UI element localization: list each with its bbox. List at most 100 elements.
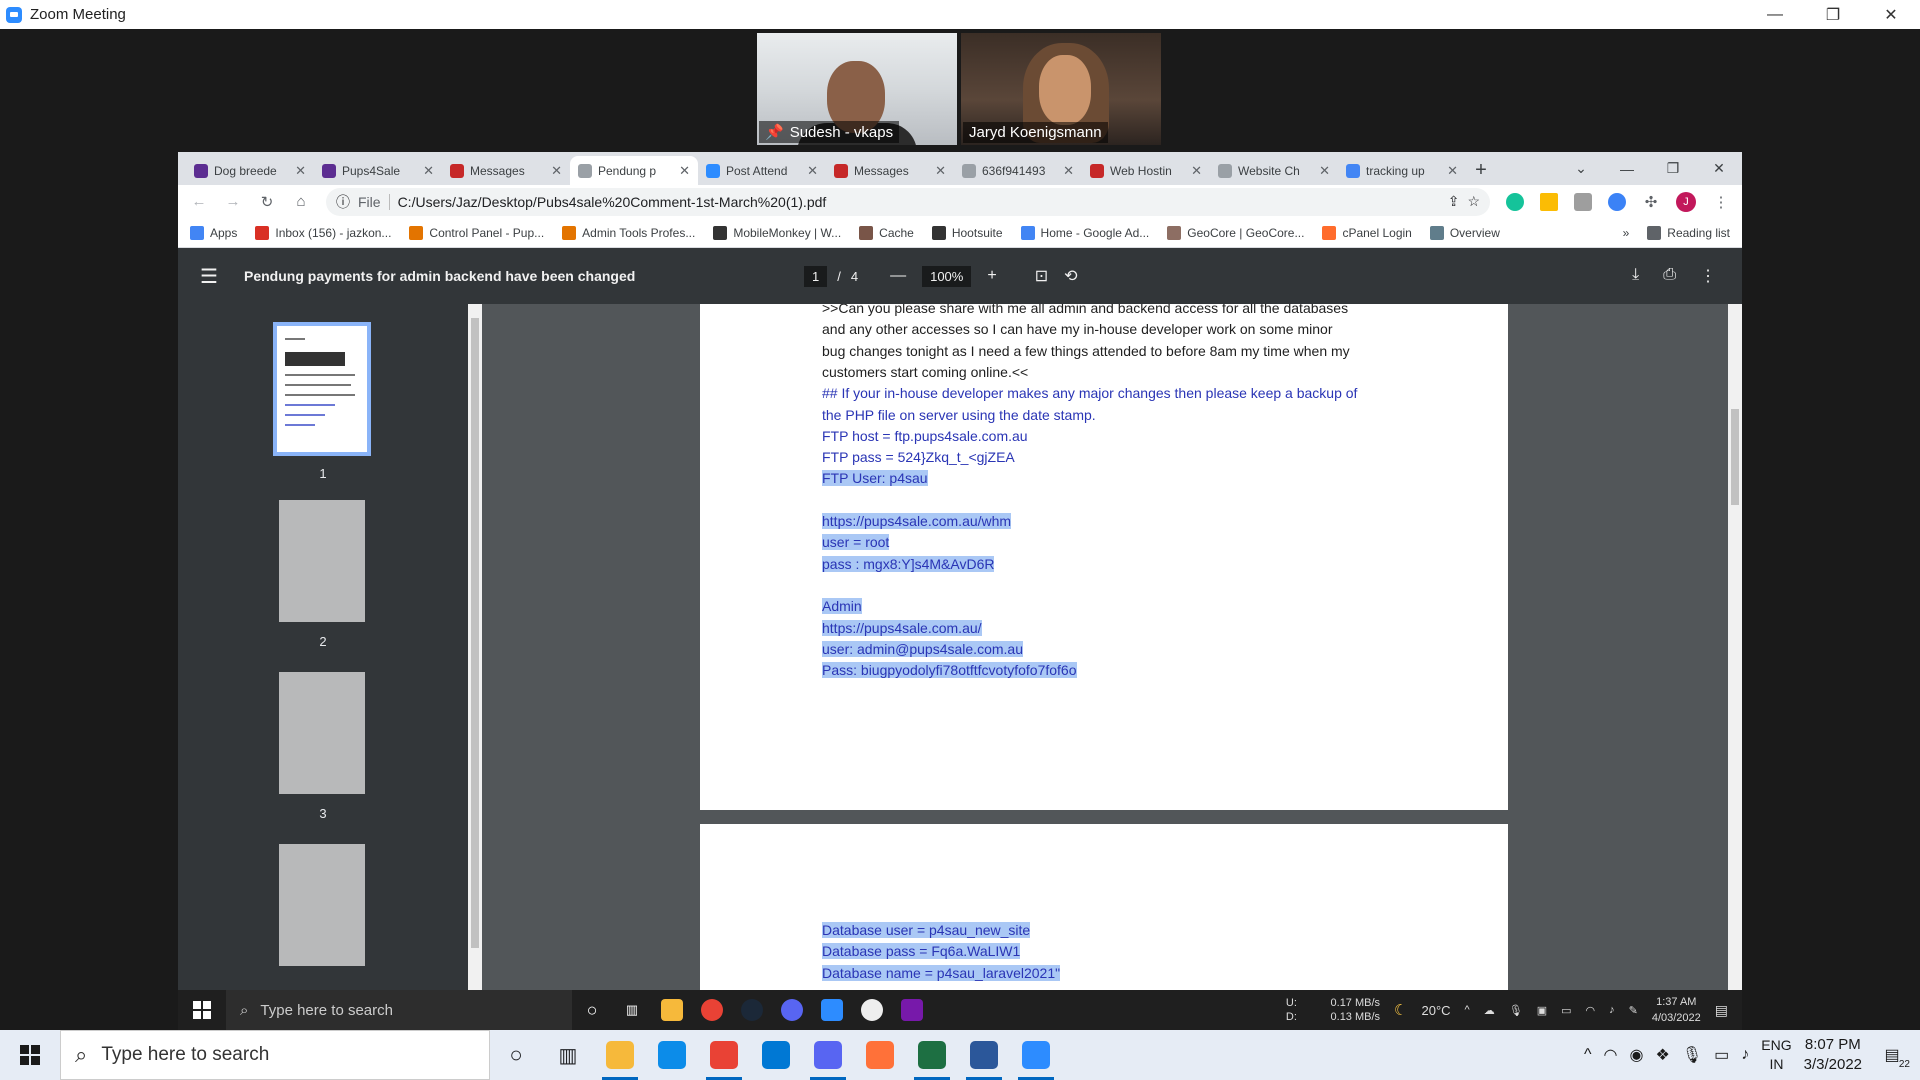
task-view-icon[interactable]: ▥ [612,990,652,1030]
print-icon[interactable]: ⎙ [1663,266,1676,286]
home-button[interactable]: ⌂ [286,188,316,216]
thumbnail-page-4[interactable] [279,844,365,966]
participant-video-2[interactable]: Jaryd Koenigsmann [961,33,1161,145]
notification-center-icon[interactable]: ▤ 22 [1874,1040,1910,1070]
pen-icon[interactable]: ✎ [1629,1004,1638,1017]
profile-avatar[interactable]: J [1676,191,1696,212]
extension-icon-2[interactable] [1608,192,1626,211]
thumbnail-page-2[interactable] [279,500,365,622]
browser-tab[interactable]: tracking up ✕ [1338,156,1466,185]
drive-extension-icon[interactable] [1540,192,1558,211]
browser-tab[interactable]: Dog breede ✕ [186,156,314,185]
task-view-icon[interactable]: ▥ [542,1030,594,1080]
bookmark-item[interactable]: Home - Google Ad... [1020,225,1149,240]
word-icon[interactable] [958,1030,1010,1080]
bookmark-item[interactable]: MobileMonkey | W... [713,225,841,240]
remote-search-box[interactable]: ⌕ Type here to search [226,990,572,1030]
bookmarks-overflow-button[interactable]: » [1623,226,1630,240]
zoom-out-icon[interactable]: — [890,267,906,285]
discord-icon[interactable] [802,1030,854,1080]
rotate-icon[interactable]: ⟲ [1064,266,1077,286]
bookmark-item[interactable]: Admin Tools Profes... [562,225,695,240]
tab-close-icon[interactable]: ✕ [679,163,690,179]
chrome-canary-icon[interactable] [772,990,812,1030]
browser-tab[interactable]: Website Ch ✕ [1210,156,1338,185]
browser-tab[interactable]: 636f941493 ✕ [954,156,1082,185]
bookmark-item[interactable]: Inbox (156) - jazkon... [255,225,391,240]
tab-close-icon[interactable]: ✕ [807,163,818,179]
slack-icon[interactable] [852,990,892,1030]
tab-close-icon[interactable]: ✕ [1191,163,1202,179]
browser-tab[interactable]: Messages ✕ [826,156,954,185]
back-button[interactable]: ← [184,188,214,216]
cortana-icon[interactable]: ○ [490,1030,542,1080]
remote-start-button[interactable] [178,990,226,1030]
zoom-level-input[interactable]: 100% [922,265,972,287]
weather-temp[interactable]: 20°C [1422,1003,1451,1018]
tab-close-icon[interactable]: ✕ [935,163,946,179]
wifi-icon[interactable]: ◠ [1586,1004,1596,1017]
bookmark-item[interactable]: Cache [859,225,914,240]
tray-chevron-icon[interactable]: ^ [1465,1004,1470,1016]
fit-to-page-icon[interactable]: ⊡ [1035,266,1048,286]
chrome-restore-button[interactable]: ❐ [1650,152,1696,185]
action-center-icon[interactable]: ▤ [1715,1002,1728,1019]
bookmark-item[interactable]: cPanel Login [1322,225,1412,240]
restore-button[interactable]: ❐ [1804,0,1862,29]
reading-list-button[interactable]: Reading list [1647,225,1730,240]
bookmark-item[interactable]: Control Panel - Pup... [409,225,544,240]
remote-clock[interactable]: 1:37 AM 4/03/2022 [1652,994,1701,1026]
tray-chevron-icon[interactable]: ^ [1584,1046,1592,1064]
tab-close-icon[interactable]: ✕ [295,163,306,179]
wifi-icon[interactable]: ◠ [1604,1045,1618,1065]
chrome-close-button[interactable]: ✕ [1696,152,1742,185]
chrome-minimize-button[interactable]: — [1604,152,1650,185]
start-button[interactable] [0,1030,60,1080]
zoom-app-icon[interactable] [812,990,852,1030]
download-icon[interactable]: ⤓ [1632,266,1639,286]
tab-close-icon[interactable]: ✕ [551,163,562,179]
steam-icon[interactable] [732,990,772,1030]
browser-tab[interactable]: Post Attend ✕ [698,156,826,185]
firefox-icon[interactable] [854,1030,906,1080]
browser-tab[interactable]: Messages ✕ [442,156,570,185]
tab-close-icon[interactable]: ✕ [1063,163,1074,179]
browser-tab[interactable]: Pendung p ✕ [570,156,698,185]
file-explorer-icon[interactable] [652,990,692,1030]
share-icon[interactable]: ⇪ [1448,193,1460,210]
reload-button[interactable]: ↻ [252,188,282,216]
edge-icon[interactable] [646,1030,698,1080]
bookmark-item[interactable]: Overview [1429,225,1500,240]
more-options-icon[interactable]: ⋮ [1700,266,1716,286]
mic-icon[interactable]: 🎙 [1509,1004,1523,1017]
taskbar-clock[interactable]: 8:07 PM 3/3/2022 [1804,1035,1862,1075]
onenote-icon[interactable] [892,990,932,1030]
display-icon[interactable]: ▣ [1537,1004,1547,1017]
zoom-in-icon[interactable]: + [987,267,996,285]
bookmark-item[interactable]: GeoCore | GeoCore... [1167,225,1304,240]
minimize-button[interactable]: — [1746,0,1804,29]
dropbox-icon[interactable]: ❖ [1655,1045,1669,1065]
browser-tab[interactable]: Pups4Sale ✕ [314,156,442,185]
excel-icon[interactable] [906,1030,958,1080]
file-explorer-icon[interactable] [594,1030,646,1080]
vscode-icon[interactable] [750,1030,802,1080]
info-icon[interactable]: ⓘ [336,192,350,212]
hamburger-menu-icon[interactable]: ☰ [200,264,224,289]
volume-icon[interactable]: ♪ [1609,1004,1615,1016]
participant-video-1[interactable]: 📌 Sudesh - vkaps [757,33,957,145]
tab-search-icon[interactable]: ⌄ [1558,152,1604,185]
bookmark-star-icon[interactable]: ☆ [1467,193,1480,210]
forward-button[interactable]: → [218,188,248,216]
grammarly-extension-icon[interactable] [1506,192,1524,211]
battery-icon[interactable]: ▭ [1561,1004,1571,1017]
thumbnail-page-3[interactable] [279,672,365,794]
new-tab-button[interactable]: + [1466,156,1496,185]
browser-tab[interactable]: Web Hostin ✕ [1082,156,1210,185]
chrome-icon[interactable] [692,990,732,1030]
tab-close-icon[interactable]: ✕ [1447,163,1458,179]
zoom-app-icon[interactable] [1010,1030,1062,1080]
document-scrollbar[interactable] [1728,304,1742,990]
thumbnail-scrollbar[interactable] [468,304,482,990]
chrome-menu-icon[interactable]: ⋮ [1706,188,1736,216]
